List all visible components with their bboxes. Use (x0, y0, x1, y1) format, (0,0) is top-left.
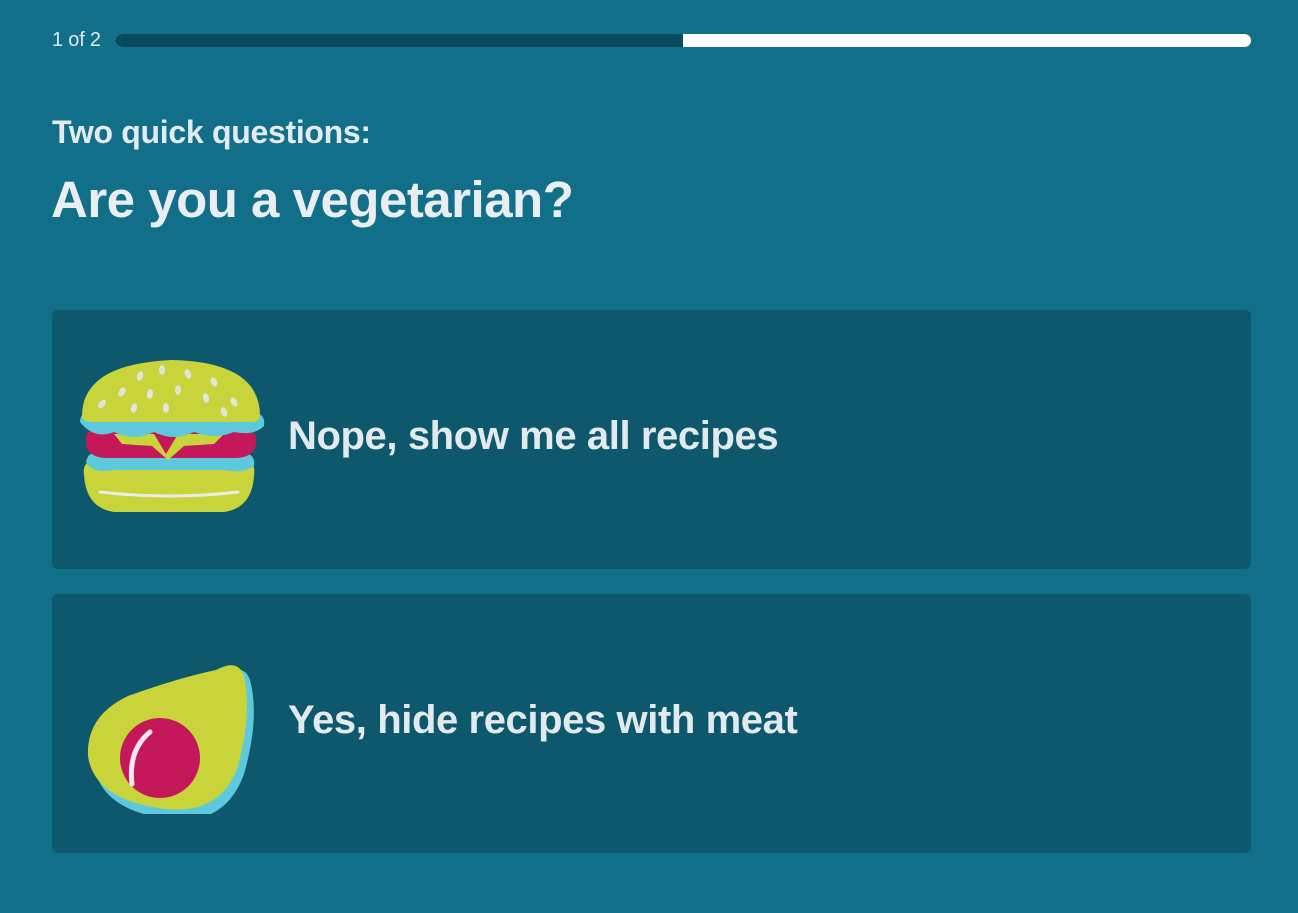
option-label: Yes, hide recipes with meat (288, 698, 798, 742)
burger-icon (80, 360, 265, 512)
question-title: Are you a vegetarian? (51, 171, 574, 228)
option-hide-meat-recipes[interactable]: Yes, hide recipes with meat (52, 594, 1251, 853)
progress-bar (114, 33, 1251, 47)
progress-bar-fill (114, 33, 683, 47)
progress-header: 1 of 2 (52, 26, 1251, 54)
step-counter: 1 of 2 (52, 28, 101, 51)
intro-subtitle: Two quick questions: (52, 114, 371, 150)
option-label: Nope, show me all recipes (288, 414, 779, 458)
option-show-all-recipes[interactable]: Nope, show me all recipes (52, 310, 1251, 569)
avocado-icon (87, 665, 254, 814)
